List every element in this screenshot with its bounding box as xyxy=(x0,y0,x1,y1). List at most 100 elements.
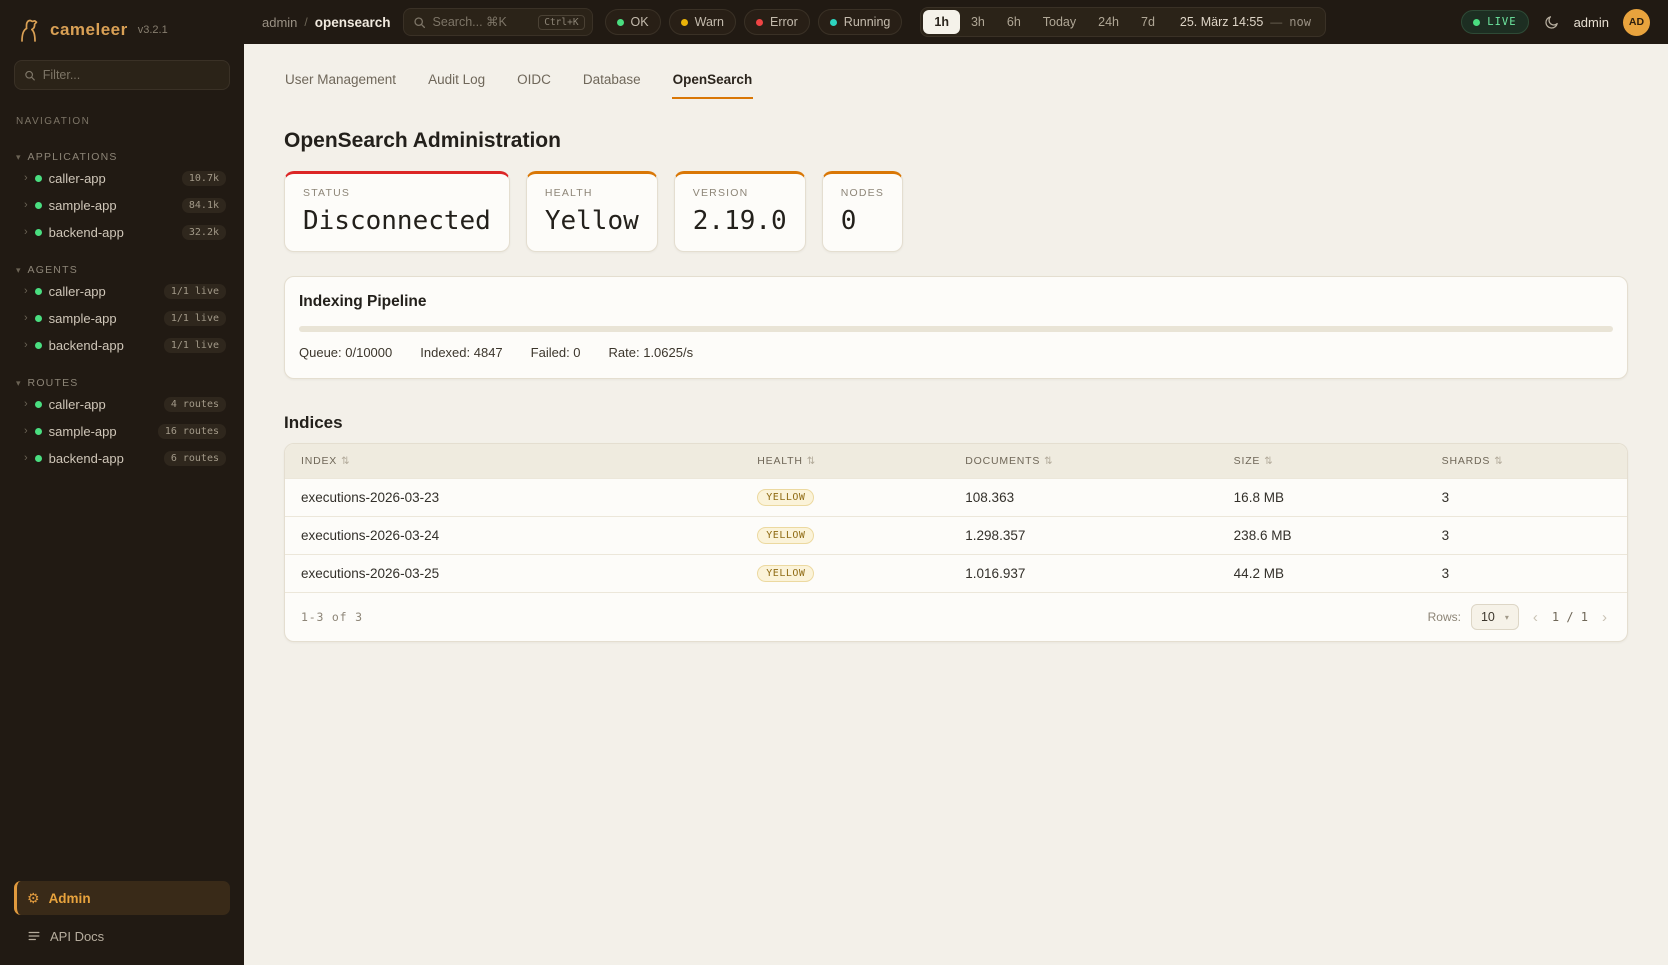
table-row[interactable]: executions-2026-03-23YELLOW108.36316.8 M… xyxy=(285,478,1627,516)
health-badge: YELLOW xyxy=(757,527,814,544)
nav-section-agents: ▾AGENTS›caller-app1/1 live›sample-app1/1… xyxy=(14,262,230,359)
sidebar-item-badge: 4 routes xyxy=(164,397,226,412)
caret-down-icon: ▾ xyxy=(16,265,21,276)
sort-icon: ⇅ xyxy=(1044,456,1053,467)
cell-size: 16.8 MB xyxy=(1218,478,1426,516)
cell-health: YELLOW xyxy=(741,478,949,516)
breadcrumb: admin / opensearch xyxy=(262,15,391,30)
table-row[interactable]: executions-2026-03-25YELLOW1.016.93744.2… xyxy=(285,554,1627,592)
filter-input[interactable] xyxy=(43,68,220,82)
chevron-right-icon: › xyxy=(24,399,28,410)
nav-section-header-routes[interactable]: ▾ROUTES xyxy=(14,375,230,391)
sidebar-item-applications-backend-app[interactable]: ›backend-app32.2k xyxy=(14,219,230,246)
time-range-1h[interactable]: 1h xyxy=(923,10,960,34)
pipeline-stats: Queue: 0/10000Indexed: 4847Failed: 0Rate… xyxy=(299,345,1613,360)
filter-chip-warn[interactable]: Warn xyxy=(669,9,736,35)
filter-chip-running[interactable]: Running xyxy=(818,9,903,35)
search-input[interactable] xyxy=(433,15,532,29)
caret-down-icon: ▾ xyxy=(16,378,21,389)
sidebar-item-agents-backend-app[interactable]: ›backend-app1/1 live xyxy=(14,332,230,359)
sidebar-item-routes-backend-app[interactable]: ›backend-app6 routes xyxy=(14,445,230,472)
sidebar-item-applications-caller-app[interactable]: ›caller-app10.7k xyxy=(14,165,230,192)
nav-section-header-agents[interactable]: ▾AGENTS xyxy=(14,262,230,278)
sidebar-filter[interactable] xyxy=(14,60,230,90)
status-dot xyxy=(35,315,42,322)
time-range-24h[interactable]: 24h xyxy=(1087,10,1130,34)
column-label: DOCUMENTS xyxy=(965,455,1040,467)
sidebar-item-badge: 10.7k xyxy=(182,171,226,186)
sidebar-item-applications-sample-app[interactable]: ›sample-app84.1k xyxy=(14,192,230,219)
rows-per-page-label: Rows: xyxy=(1428,610,1461,624)
indices-table-panel: INDEX⇅HEALTH⇅DOCUMENTS⇅SIZE⇅SHARDS⇅ exec… xyxy=(284,443,1628,642)
status-dot xyxy=(681,19,688,26)
sidebar-item-label: backend-app xyxy=(49,225,175,240)
avatar[interactable]: AD xyxy=(1623,9,1650,36)
tab-oidc[interactable]: OIDC xyxy=(516,66,552,99)
pipeline-stat-failed: Failed: 0 xyxy=(531,345,581,360)
stat-value: Disconnected xyxy=(303,206,491,236)
sidebar-item-agents-sample-app[interactable]: ›sample-app1/1 live xyxy=(14,305,230,332)
cell-index: executions-2026-03-24 xyxy=(285,516,741,554)
time-range-7d[interactable]: 7d xyxy=(1130,10,1166,34)
tab-user-management[interactable]: User Management xyxy=(284,66,397,99)
rows-per-page-value: 10 xyxy=(1481,610,1495,624)
status-dot xyxy=(35,288,42,295)
filter-chip-error[interactable]: Error xyxy=(744,9,810,35)
time-range-6h[interactable]: 6h xyxy=(996,10,1032,34)
tab-database[interactable]: Database xyxy=(582,66,642,99)
time-range-3h[interactable]: 3h xyxy=(960,10,996,34)
search-icon xyxy=(413,16,426,29)
global-search[interactable]: Ctrl+K xyxy=(403,8,593,36)
sidebar-item-api-docs[interactable]: API Docs xyxy=(14,921,230,951)
column-label: INDEX xyxy=(301,455,337,467)
filter-chip-ok[interactable]: OK xyxy=(605,9,661,35)
time-range-group: 1h3h6hToday24h7d25. März 14:55—now xyxy=(920,7,1326,37)
column-header-documents[interactable]: DOCUMENTS ⇅ xyxy=(949,444,1217,478)
sidebar-item-routes-caller-app[interactable]: ›caller-app4 routes xyxy=(14,391,230,418)
sidebar-item-label: backend-app xyxy=(49,338,157,353)
sidebar-item-agents-caller-app[interactable]: ›caller-app1/1 live xyxy=(14,278,230,305)
tab-audit-log[interactable]: Audit Log xyxy=(427,66,486,99)
live-toggle[interactable]: LIVE xyxy=(1461,10,1528,34)
sort-icon: ⇅ xyxy=(341,456,350,467)
health-badge: YELLOW xyxy=(757,565,814,582)
column-header-shards[interactable]: SHARDS⇅ xyxy=(1426,444,1627,478)
nav-section-header-applications[interactable]: ▾APPLICATIONS xyxy=(14,149,230,165)
chevron-right-icon: › xyxy=(24,426,28,437)
stat-value: 0 xyxy=(841,206,884,236)
sidebar-item-label: sample-app xyxy=(49,311,157,326)
sort-icon: ⇅ xyxy=(807,456,816,467)
moon-icon xyxy=(1543,14,1560,31)
dark-mode-toggle[interactable] xyxy=(1543,14,1560,31)
sidebar-item-admin[interactable]: ⚙ Admin xyxy=(14,881,230,915)
cell-shards: 3 xyxy=(1426,516,1627,554)
stat-label: STATUS xyxy=(303,187,491,199)
sort-icon: ⇅ xyxy=(1494,456,1503,467)
result-range: 1-3 of 3 xyxy=(301,610,363,624)
stat-card-version: VERSION2.19.0 xyxy=(674,171,806,252)
tab-opensearch[interactable]: OpenSearch xyxy=(672,66,754,99)
rows-per-page-select[interactable]: 10 ▾ xyxy=(1471,604,1519,630)
docs-icon xyxy=(27,929,41,943)
next-page-button[interactable]: › xyxy=(1598,609,1611,626)
pipeline-stat-rate: Rate: 1.0625/s xyxy=(609,345,694,360)
time-range-today[interactable]: Today xyxy=(1032,10,1087,34)
indices-table: INDEX⇅HEALTH⇅DOCUMENTS⇅SIZE⇅SHARDS⇅ exec… xyxy=(285,444,1627,592)
chip-label: Running xyxy=(844,15,891,29)
sidebar-item-label: backend-app xyxy=(49,451,157,466)
prev-page-button[interactable]: ‹ xyxy=(1529,609,1542,626)
table-footer: 1-3 of 3 Rows: 10 ▾ ‹ 1 / 1 › xyxy=(285,592,1627,641)
column-header-index[interactable]: INDEX ⇅ xyxy=(285,444,741,478)
stat-label: NODES xyxy=(841,187,884,199)
table-footer-right: Rows: 10 ▾ ‹ 1 / 1 › xyxy=(1428,604,1611,630)
cell-size: 44.2 MB xyxy=(1218,554,1426,592)
column-header-size[interactable]: SIZE⇅ xyxy=(1218,444,1426,478)
sidebar-item-badge: 1/1 live xyxy=(164,338,226,353)
breadcrumb-root[interactable]: admin xyxy=(262,15,297,30)
table-row[interactable]: executions-2026-03-24YELLOW1.298.357238.… xyxy=(285,516,1627,554)
sidebar-item-routes-sample-app[interactable]: ›sample-app16 routes xyxy=(14,418,230,445)
column-header-health[interactable]: HEALTH⇅ xyxy=(741,444,949,478)
status-filter-chips: OK Warn Error Running xyxy=(605,9,903,35)
sidebar-item-label: caller-app xyxy=(49,171,175,186)
status-dot xyxy=(35,229,42,236)
